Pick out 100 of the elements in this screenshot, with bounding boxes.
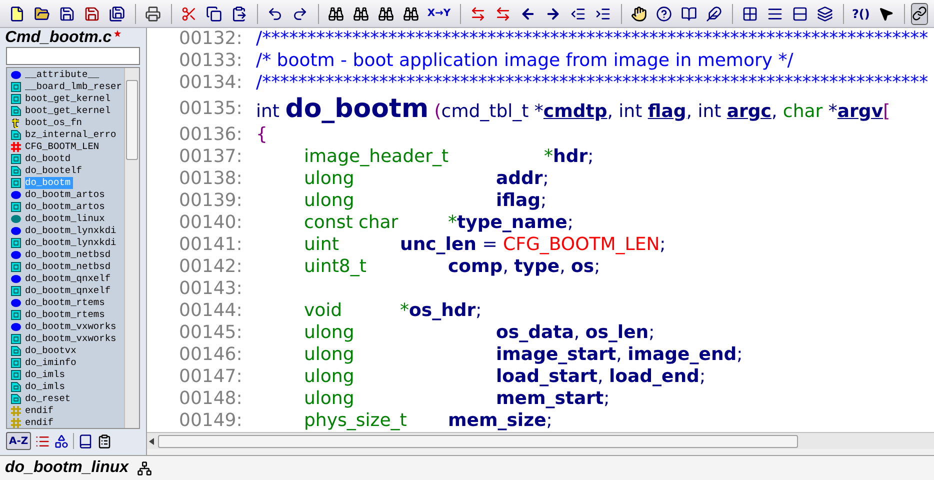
oval-icon xyxy=(11,275,21,283)
symbol-item[interactable]: do_reset xyxy=(25,393,73,405)
line-number: 00138: xyxy=(178,168,244,190)
scroll-left-icon[interactable] xyxy=(149,438,154,444)
symbol-item[interactable]: do_bootelf xyxy=(25,165,84,177)
code-line: image_header_t *hdr; xyxy=(303,146,594,168)
oval-icon xyxy=(11,299,21,307)
line-number: 00140: xyxy=(178,212,244,234)
line-number: 00137: xyxy=(178,146,244,168)
symbol-item[interactable]: do_bootm_linux xyxy=(25,213,107,225)
line-number: 00147: xyxy=(178,366,244,388)
book-icon[interactable] xyxy=(78,434,94,448)
function-icon xyxy=(11,334,21,344)
oval-icon xyxy=(11,251,21,259)
code-line: ulong load_start, load_end; xyxy=(303,366,706,388)
symbol-item[interactable]: do_imls xyxy=(25,369,67,381)
status-symbol: do_bootm_linux xyxy=(5,458,129,478)
code-line: ulong iflag; xyxy=(303,190,547,212)
symbol-item[interactable]: do_bootm_lynxkdi xyxy=(25,225,118,237)
function-icon xyxy=(11,178,21,188)
symbol-item[interactable]: boot_get_kernel xyxy=(25,105,113,117)
function-icon xyxy=(11,202,21,212)
oval-icon xyxy=(11,191,21,199)
symbol-item[interactable]: do_bootm_artos xyxy=(25,189,107,201)
symbol-item[interactable]: boot_os_fn xyxy=(25,117,84,129)
line-number: 00141: xyxy=(178,234,244,256)
line-number: 00139: xyxy=(178,190,244,212)
oval-icon xyxy=(11,71,21,79)
function-icon xyxy=(11,310,21,320)
code-line: /* bootm - boot application image from image in memory */ xyxy=(256,50,794,72)
typedef-icon xyxy=(11,118,21,128)
line-number: 00143: xyxy=(178,278,244,300)
replace-button[interactable]: X→Y xyxy=(425,2,453,24)
tree-icon xyxy=(136,460,152,476)
hash-icon xyxy=(11,142,21,152)
symbols-icon[interactable] xyxy=(54,434,70,448)
prototype-icon xyxy=(11,130,21,140)
line-number: 00146: xyxy=(178,344,244,366)
symbol-item[interactable]: do_imls xyxy=(25,381,67,393)
line-number: 00133: xyxy=(178,50,244,72)
symbol-item[interactable]: CFG_BOOTM_LEN xyxy=(25,141,102,153)
horizontal-scrollbar[interactable] xyxy=(147,432,934,449)
parameter-help-button[interactable]: ?() xyxy=(850,2,872,24)
code-line: /************************************************************************** xyxy=(256,28,928,50)
code-line: int do_bootm (cmd_tbl_t *cmdtp, int flag, int argc, char *argv[ xyxy=(256,94,890,124)
symbol-item[interactable]: endif xyxy=(25,405,56,417)
line-number: 00132: xyxy=(178,28,244,50)
sort-button[interactable]: A-Z xyxy=(6,432,32,450)
symbol-item[interactable]: do_bootm_rtems xyxy=(25,309,107,321)
code-line: ulong image_start, image_end; xyxy=(303,344,743,366)
vertical-scrollbar[interactable] xyxy=(124,68,139,428)
code-line: ulong os_data, os_len; xyxy=(303,322,655,344)
symbol-item[interactable]: do_iminfo xyxy=(25,357,78,369)
line-number: 00134: xyxy=(178,72,244,94)
symbol-item[interactable]: do_bootm_netbsd xyxy=(25,261,113,273)
symbol-item[interactable]: bz_internal_erro xyxy=(25,129,118,141)
line-number: 00144: xyxy=(178,300,244,322)
line-number: 00149: xyxy=(178,410,244,432)
line-number: 00148: xyxy=(178,388,244,410)
symbol-item[interactable]: do_bootm_lynxkdi xyxy=(25,237,118,249)
line-number: 00142: xyxy=(178,256,244,278)
code-line: ulong mem_start; xyxy=(303,388,610,410)
code-line: uint unc_len = CFG_BOOTM_LEN; xyxy=(303,234,666,256)
link-button[interactable] xyxy=(910,2,928,24)
file-title: Cmd_bootm.c xyxy=(5,28,112,47)
code-line: ulong addr; xyxy=(303,168,549,190)
symbol-item[interactable]: do_bootm_qnxelf xyxy=(25,273,113,285)
prototype-icon xyxy=(11,106,21,116)
symbol-item[interactable]: boot_get_kernel xyxy=(25,93,113,105)
symbol-item[interactable]: __attribute__ xyxy=(25,69,102,81)
symbol-item[interactable]: do_bootm_vxworks xyxy=(25,321,118,333)
list-icon[interactable] xyxy=(35,434,50,448)
prototype-icon xyxy=(11,346,21,356)
prototype-icon xyxy=(11,382,21,392)
symbol-item[interactable]: do_bootm_rtems xyxy=(25,297,107,309)
code-line: { xyxy=(256,124,268,146)
line-number: 00136: xyxy=(178,124,244,146)
symbol-item[interactable]: do_bootm_artos xyxy=(25,201,107,213)
function-icon xyxy=(11,286,21,296)
properties-icon[interactable] xyxy=(97,434,112,448)
symbol-item[interactable]: do_bootm_netbsd xyxy=(25,249,113,261)
symbol-item[interactable]: do_bootd xyxy=(25,153,73,165)
symbol-item[interactable]: __board_lmb_reser xyxy=(25,81,124,93)
function-icon xyxy=(11,154,21,164)
prototype-icon xyxy=(11,394,21,404)
function-icon xyxy=(11,262,21,272)
code-line: phys_size_t mem_size; xyxy=(303,410,552,432)
symbol-item[interactable]: do_bootm_vxworks xyxy=(25,333,118,345)
prototype-icon xyxy=(11,166,21,176)
symbol-item[interactable]: do_bootm_qnxelf xyxy=(25,285,113,297)
line-number: 00145: xyxy=(178,322,244,344)
oval-icon xyxy=(11,323,21,331)
function-icon xyxy=(11,238,21,248)
hash-icon xyxy=(11,406,21,416)
hash-icon xyxy=(11,418,21,428)
code-line: const char *type_name; xyxy=(303,212,574,234)
symbol-item[interactable]: endif xyxy=(25,417,56,428)
code-line: uint8_t comp, type, os; xyxy=(303,256,600,278)
symbol-item[interactable]: do_bootvx xyxy=(25,345,78,357)
symbol-search-field[interactable] xyxy=(6,47,140,65)
